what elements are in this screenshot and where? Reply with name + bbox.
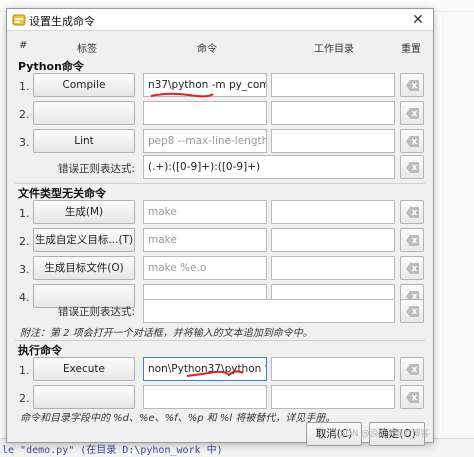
execute-row-1-label-button[interactable]: Execute — [33, 357, 135, 381]
python-row-3-label-button[interactable]: Lint — [33, 129, 135, 153]
python-row-1-reset-button[interactable] — [400, 73, 424, 97]
app-icon — [12, 14, 26, 26]
independent-row-2-reset-button[interactable] — [400, 228, 424, 252]
independent-row-2-command-field[interactable]: make — [143, 228, 267, 252]
annotation-underline-compile — [150, 92, 214, 98]
independent-row-1-command-field[interactable]: make — [143, 200, 267, 224]
section-independent-heading: 文件类型无关命令 — [18, 187, 106, 200]
section-execute-heading: 执行命令 — [18, 344, 62, 357]
independent-row-3-reset-button[interactable] — [400, 256, 424, 280]
clear-icon — [406, 80, 419, 91]
python-row-3-num: 3. — [19, 136, 30, 149]
independent-error-regex-field[interactable] — [143, 299, 395, 323]
clear-icon — [406, 235, 419, 246]
column-header-command: 命令 — [197, 44, 217, 55]
python-row-3-command-field[interactable]: pep8 --max-line-length=8 — [143, 129, 267, 153]
python-error-regex-field[interactable]: (.+):([0-9]+):([0-9]+) — [143, 155, 395, 179]
independent-row-3-num: 3. — [19, 263, 30, 276]
background-status-text: le "demo.py" (在目录 D:\pyhon_work 中) — [2, 445, 223, 456]
python-row-1-num: 1. — [19, 80, 30, 93]
clear-icon — [406, 306, 419, 317]
execute-row-1-reset-button[interactable] — [400, 357, 424, 381]
section-python-heading: Python命令 — [18, 60, 84, 73]
clear-icon — [406, 392, 419, 403]
independent-row-1-workdir-field[interactable] — [271, 200, 395, 224]
execute-row-2-command-field[interactable] — [143, 385, 267, 409]
column-header-reset: 重置 — [401, 44, 421, 55]
close-button[interactable]: ✕ — [407, 10, 429, 30]
independent-row-3-label-button[interactable]: 生成目标文件(O) — [33, 256, 135, 280]
independent-row-1-num: 1. — [19, 207, 30, 220]
annotation-underline-execute — [186, 370, 244, 377]
python-row-3-workdir-field[interactable] — [271, 129, 395, 153]
clear-icon — [406, 207, 419, 218]
independent-error-regex-reset-button[interactable] — [400, 299, 424, 323]
title-bar: 设置生成命令 ✕ — [7, 9, 433, 31]
python-error-regex-reset-button[interactable] — [400, 155, 424, 179]
python-row-2-reset-button[interactable] — [400, 101, 424, 125]
python-row-1-workdir-field[interactable] — [271, 73, 395, 97]
column-header-workdir: 工作目录 — [314, 44, 354, 55]
background-editor-side — [441, 12, 474, 438]
independent-note: 附注：第 2 项会打开一个对话框，并将输入的文本追加到命令中。 — [20, 328, 313, 339]
clear-icon — [406, 136, 419, 147]
python-row-2-command-field[interactable] — [143, 101, 267, 125]
section-divider — [15, 183, 425, 184]
execute-row-1-num: 1. — [19, 364, 30, 377]
independent-row-2-num: 2. — [19, 235, 30, 248]
column-header-label: 标签 — [77, 44, 97, 55]
execute-row-2-num: 2. — [19, 392, 30, 405]
independent-row-2-label-button[interactable]: 生成自定义目标...(T) — [33, 228, 135, 252]
watermark: CSDN @浪迹天涯的博客 — [334, 429, 429, 439]
independent-row-4-num: 4. — [19, 291, 30, 304]
python-row-3-reset-button[interactable] — [400, 129, 424, 153]
independent-row-1-label-button[interactable]: 生成(M) — [33, 200, 135, 224]
execute-row-1-workdir-field[interactable] — [271, 357, 395, 381]
clear-icon — [406, 108, 419, 119]
dialog-title: 设置生成命令 — [29, 15, 95, 28]
clear-icon — [406, 364, 419, 375]
independent-row-3-workdir-field[interactable] — [271, 256, 395, 280]
clear-icon — [406, 263, 419, 274]
column-header-num: # — [19, 40, 28, 51]
python-error-regex-label: 错误正则表达式: — [57, 163, 135, 175]
clear-icon — [406, 162, 419, 173]
independent-row-3-command-field[interactable]: make %e.o — [143, 256, 267, 280]
independent-error-regex-label: 错误正则表达式: — [57, 306, 135, 318]
python-row-1-label-button[interactable]: Compile — [33, 73, 135, 97]
python-row-2-num: 2. — [19, 108, 30, 121]
execute-row-2-label-button[interactable] — [33, 385, 135, 409]
build-commands-dialog: 设置生成命令 ✕ # 标签 命令 工作目录 重置 Python命令 1. Com… — [6, 8, 434, 446]
python-row-2-label-button[interactable] — [33, 101, 135, 125]
section-divider — [15, 340, 425, 341]
independent-row-1-reset-button[interactable] — [400, 200, 424, 224]
python-row-2-workdir-field[interactable] — [271, 101, 395, 125]
execute-note: 命令和目录字段中的 %d、%e、%f、%p 和 %l 将被替代，详见手册。 — [20, 413, 336, 424]
execute-row-2-reset-button[interactable] — [400, 385, 424, 409]
independent-row-2-workdir-field[interactable] — [271, 228, 395, 252]
execute-row-2-workdir-field[interactable] — [271, 385, 395, 409]
